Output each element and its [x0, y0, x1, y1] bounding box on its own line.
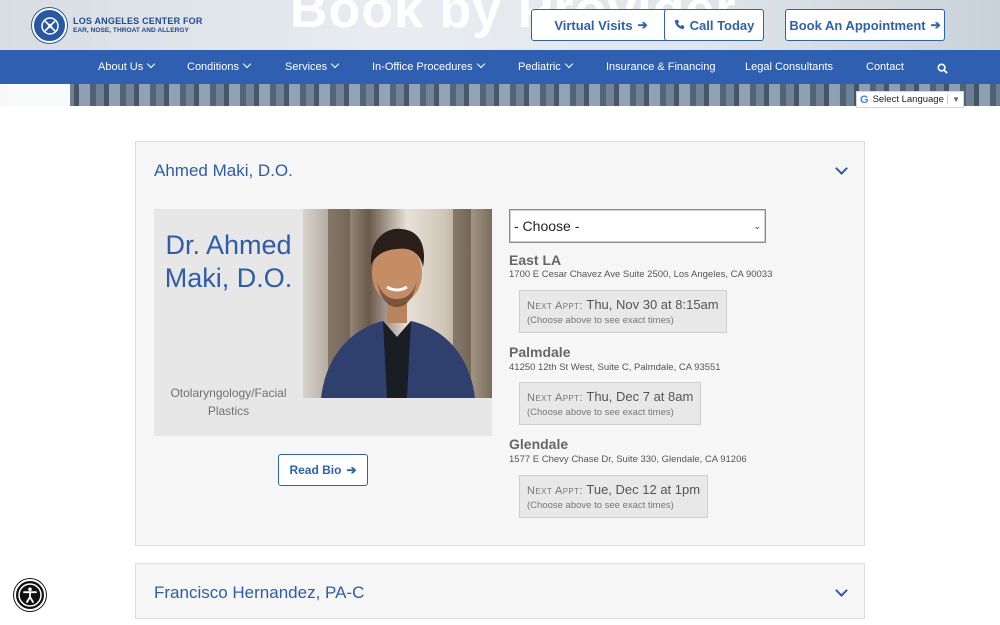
next-appt-note: (Choose above to see exact times) — [527, 407, 674, 418]
location-name: East LA — [509, 252, 562, 268]
nav-item-contact[interactable]: Contact — [866, 50, 904, 84]
book-appointment-label: Book An Appointment — [789, 17, 926, 33]
nav-item-services[interactable]: Services — [285, 50, 340, 84]
chevron-down-icon[interactable] — [835, 584, 848, 597]
provider-card-name: Dr. Ahmed Maki, D.O. — [164, 230, 293, 293]
next-appt-time: Tue, Dec 12 at 1pm — [586, 482, 701, 497]
chevron-down-icon — [242, 59, 252, 69]
book-appointment-button[interactable]: Book An Appointment ➔ — [785, 9, 945, 41]
next-appt-label: Next Appt — [527, 485, 580, 497]
location-address: 41250 12th St West, Suite C, Palmdale, C… — [509, 362, 721, 373]
location-select[interactable]: - Choose - ⌄ — [509, 209, 766, 243]
logo-title: LOS ANGELES CENTER FOR — [73, 15, 203, 26]
logo-seal-icon — [32, 8, 67, 43]
language-selector[interactable]: G Select Language ▼ — [856, 91, 964, 108]
next-appt-label: Next Appt — [527, 392, 580, 404]
select-arrows-icon: ⌄ — [753, 220, 761, 231]
next-appt-time: Thu, Nov 30 at 8:15am — [586, 297, 719, 312]
call-today-button[interactable]: Call Today — [664, 9, 764, 41]
read-bio-label: Read Bio — [289, 463, 342, 477]
read-bio-button[interactable]: Read Bio ➔ — [278, 454, 368, 486]
accessibility-button[interactable] — [14, 579, 46, 611]
next-appt-note: (Choose above to see exact times) — [527, 315, 674, 326]
main-nav: About Us Conditions Services In-Office P… — [0, 50, 1000, 84]
caret-down-icon: ▼ — [947, 95, 960, 104]
provider-name-heading[interactable]: Ahmed Maki, D.O. — [154, 161, 293, 181]
next-appt-note: (Choose above to see exact times) — [527, 500, 674, 511]
nav-item-in-office-procedures[interactable]: In-Office Procedures — [372, 50, 485, 84]
location-name: Glendale — [509, 436, 569, 452]
search-icon[interactable] — [937, 61, 948, 74]
chevron-down-icon[interactable] — [835, 162, 848, 175]
location-address: 1700 E Cesar Chavez Ave Suite 2500, Los … — [509, 269, 773, 280]
next-appointment-box[interactable]: Next Appt: Tue, Dec 12 at 1pm (Choose ab… — [519, 475, 709, 518]
virtual-visits-button[interactable]: Virtual Visits ➔ — [531, 9, 671, 41]
next-appt-label: Next Appt — [527, 300, 580, 312]
google-icon: G — [860, 93, 869, 106]
next-appointment-box[interactable]: Next Appt: Thu, Dec 7 at 8am (Choose abo… — [519, 382, 702, 425]
nav-item-about-us[interactable]: About Us — [98, 50, 156, 84]
logo-subtitle: EAR, NOSE, THROAT AND ALLERGY — [73, 26, 189, 34]
site-logo[interactable]: LOS ANGELES CENTER FOR EAR, NOSE, THROAT… — [32, 8, 203, 43]
provider-panel: Francisco Hernandez, PA-C — [135, 563, 865, 619]
arrow-right-icon: ➔ — [637, 18, 648, 32]
arrow-right-icon: ➔ — [930, 18, 941, 32]
provider-panel: Ahmed Maki, D.O. Dr. Ahmed Maki, D.O. Ot… — [135, 141, 865, 546]
chevron-down-icon — [147, 59, 156, 69]
provider-photo — [303, 209, 492, 398]
provider-name-heading[interactable]: Francisco Hernandez, PA-C — [154, 583, 364, 603]
phone-icon — [674, 18, 685, 33]
next-appt-time: Thu, Dec 7 at 8am — [586, 389, 694, 404]
chevron-down-icon — [564, 59, 574, 69]
nav-item-pediatric[interactable]: Pediatric — [518, 50, 574, 84]
accessibility-icon — [18, 583, 42, 607]
location-select-value: - Choose - — [514, 218, 580, 234]
hero-photo-strip — [0, 84, 1000, 106]
nav-item-conditions[interactable]: Conditions — [187, 50, 252, 84]
nav-item-insurance-financing[interactable]: Insurance & Financing — [606, 50, 715, 84]
language-selector-label: Select Language — [872, 94, 944, 105]
nav-item-legal-consultants[interactable]: Legal Consultants — [745, 50, 833, 84]
virtual-visits-label: Virtual Visits — [554, 17, 633, 33]
location-address: 1577 E Chevy Chase Dr, Suite 330, Glenda… — [509, 454, 747, 465]
provider-card: Dr. Ahmed Maki, D.O. Otolaryngology/Faci… — [154, 209, 492, 436]
provider-specialty: Otolaryngology/Facial Plastics — [170, 386, 287, 418]
chevron-down-icon — [476, 59, 485, 69]
arrow-right-icon: ➔ — [346, 463, 357, 477]
next-appointment-box[interactable]: Next Appt: Thu, Nov 30 at 8:15am (Choose… — [519, 290, 727, 333]
call-today-label: Call Today — [689, 17, 755, 33]
chevron-down-icon — [330, 59, 340, 69]
location-name: Palmdale — [509, 344, 571, 360]
